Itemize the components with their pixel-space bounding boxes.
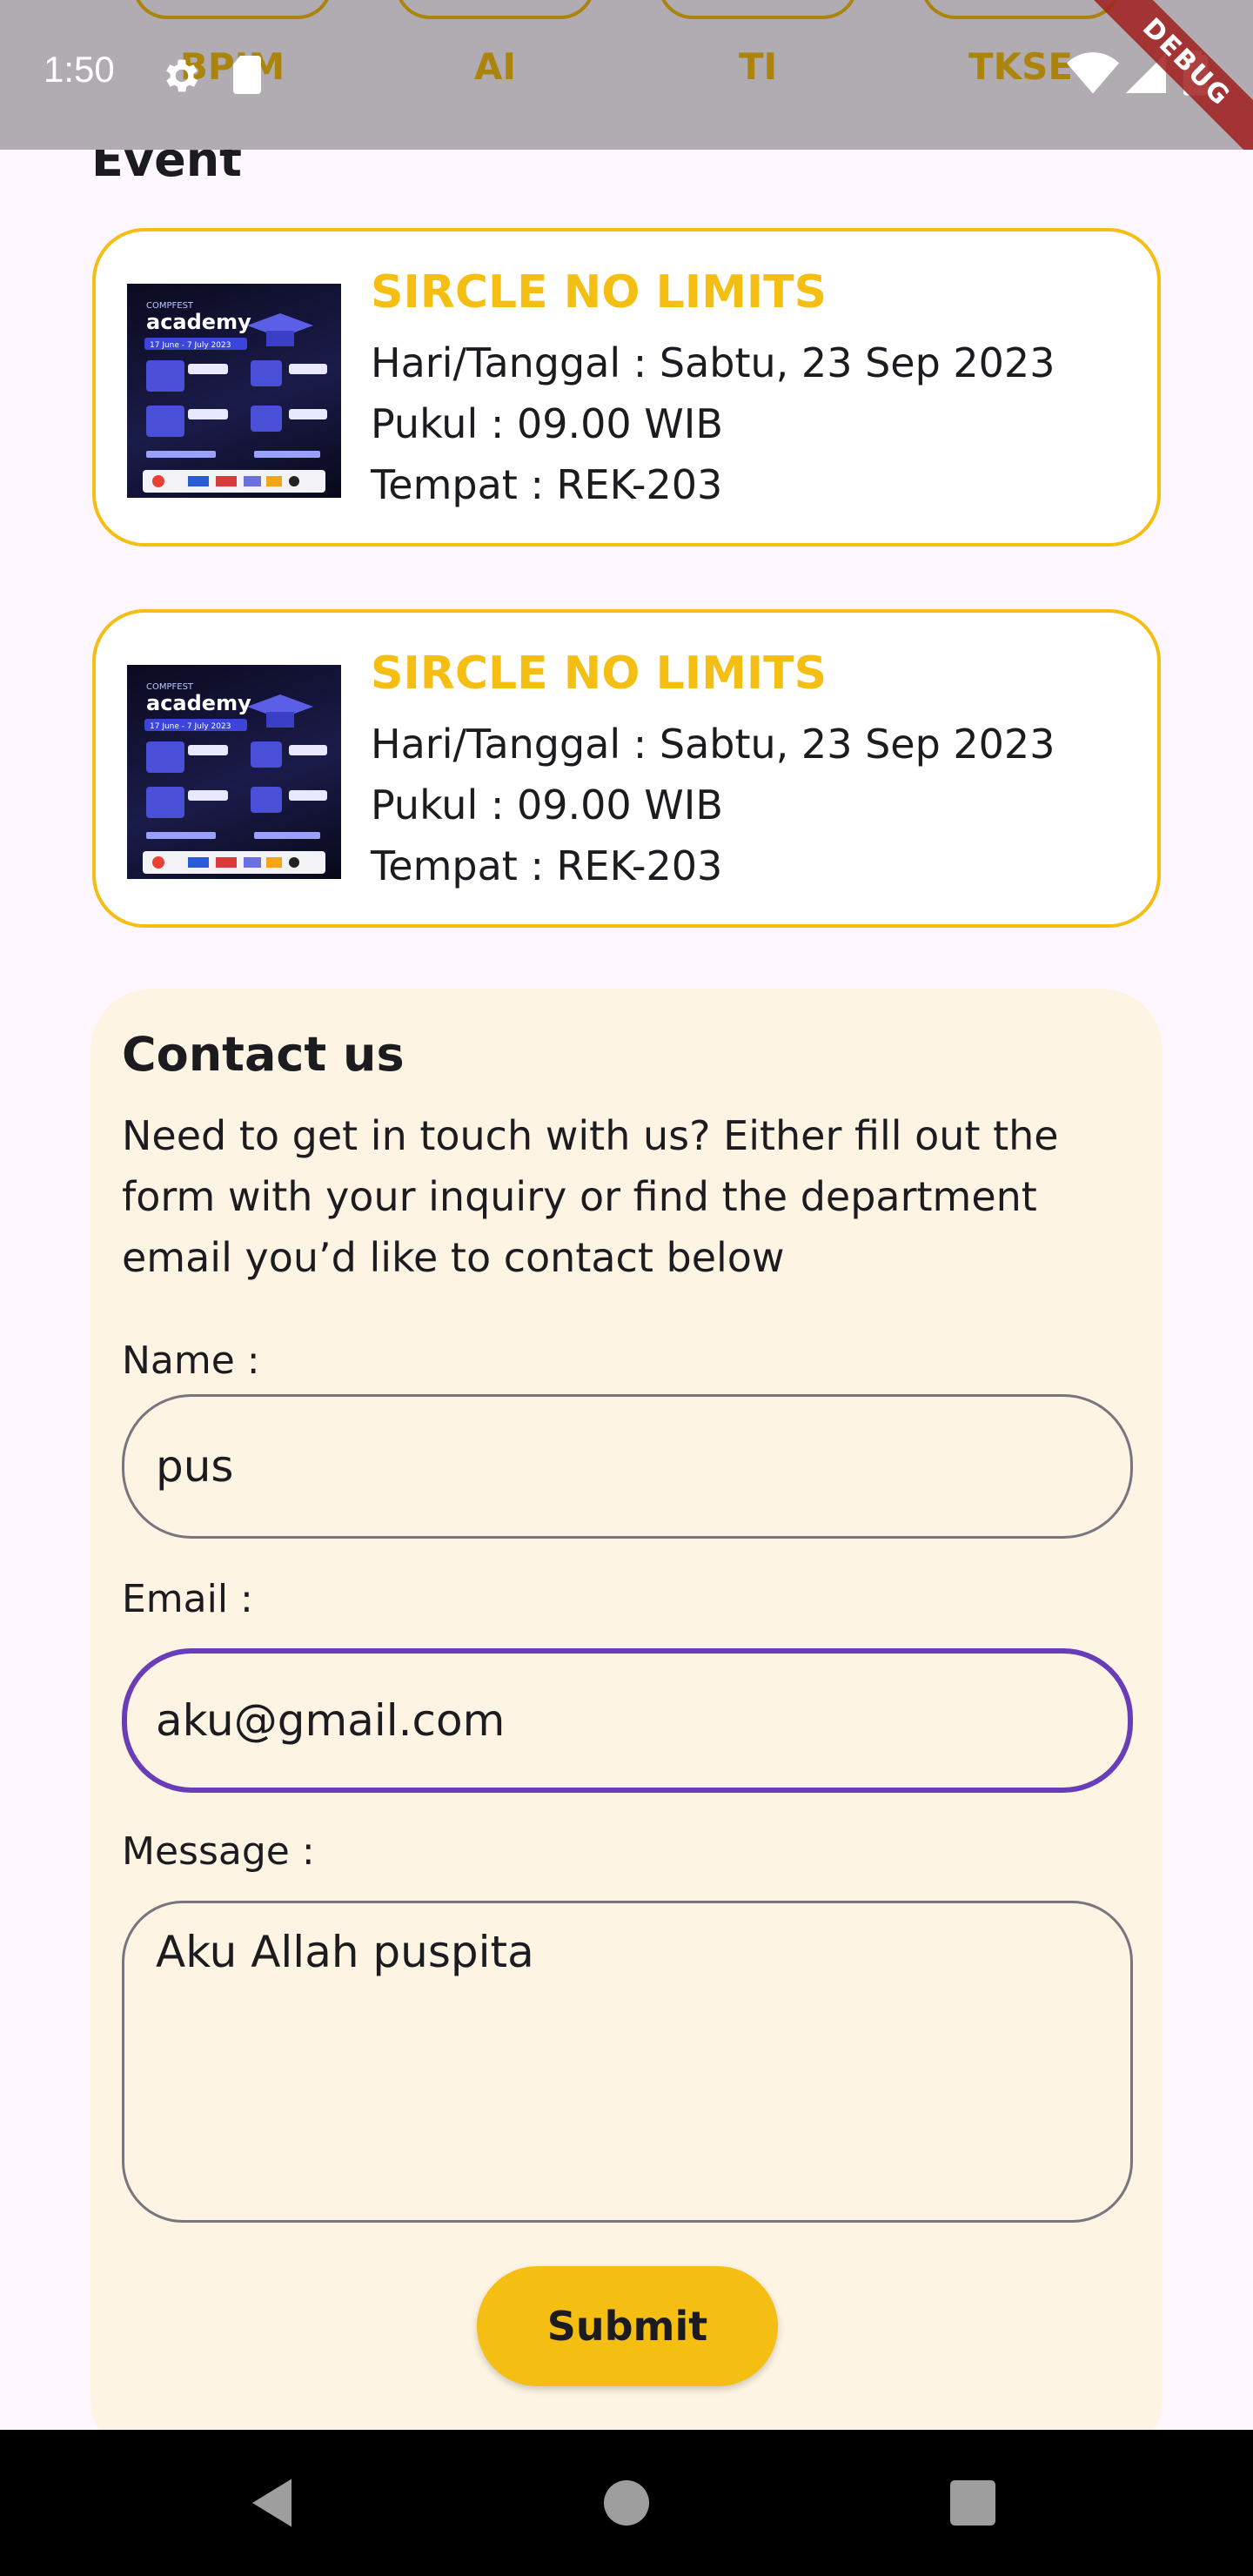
- event-place: Tempat : REK-203: [371, 461, 723, 508]
- gear-icon: [160, 54, 204, 101]
- home-icon[interactable]: [604, 2480, 649, 2529]
- event-time: Pukul : 09.00 WIB: [371, 400, 723, 447]
- message-label: Message :: [122, 1829, 315, 1874]
- poster-brand: academy: [146, 691, 251, 715]
- status-bar-area: BPIM AI TI TKSE 1:50 DEBUG: [0, 0, 1253, 150]
- contact-title: Contact us: [122, 1027, 405, 1082]
- event-title: SIRCLE NO LIMITS: [371, 647, 828, 700]
- event-date: Hari/Tanggal : Sabtu, 23 Sep 2023: [371, 721, 1055, 768]
- email-field[interactable]: [122, 1648, 1133, 1793]
- poster-dates: 17 June - 7 July 2023: [150, 722, 231, 731]
- recents-icon[interactable]: [950, 2480, 995, 2529]
- sd-card-icon: [230, 54, 265, 99]
- wifi-icon: [1067, 52, 1119, 99]
- event-card[interactable]: COMPFEST academy 17 June - 7 July 2023 S…: [92, 228, 1161, 547]
- event-title: SIRCLE NO LIMITS: [371, 266, 828, 319]
- message-field[interactable]: Aku Allah puspita: [122, 1901, 1133, 2223]
- event-card[interactable]: COMPFEST academy 17 June - 7 July 2023 S…: [92, 609, 1161, 928]
- back-icon[interactable]: [252, 2479, 296, 2531]
- system-nav-bar: [0, 2430, 1253, 2576]
- contact-card: Contact us Need to get in touch with us?…: [90, 989, 1163, 2459]
- status-time: 1:50: [44, 49, 115, 90]
- submit-button[interactable]: Submit: [477, 2266, 778, 2386]
- name-label: Name :: [122, 1338, 260, 1383]
- event-poster-image: COMPFEST academy 17 June - 7 July 2023: [127, 665, 341, 879]
- name-field[interactable]: [122, 1394, 1133, 1539]
- poster-brand: academy: [146, 310, 251, 334]
- poster-dates: 17 June - 7 July 2023: [150, 341, 231, 350]
- event-place: Tempat : REK-203: [371, 842, 723, 889]
- contact-description: Need to get in touch with us? Either fil…: [122, 1112, 1059, 1281]
- email-label: Email :: [122, 1577, 253, 1621]
- event-time: Pukul : 09.00 WIB: [371, 782, 723, 828]
- event-poster-image: COMPFEST academy 17 June - 7 July 2023: [127, 284, 341, 498]
- event-date: Hari/Tanggal : Sabtu, 23 Sep 2023: [371, 339, 1055, 386]
